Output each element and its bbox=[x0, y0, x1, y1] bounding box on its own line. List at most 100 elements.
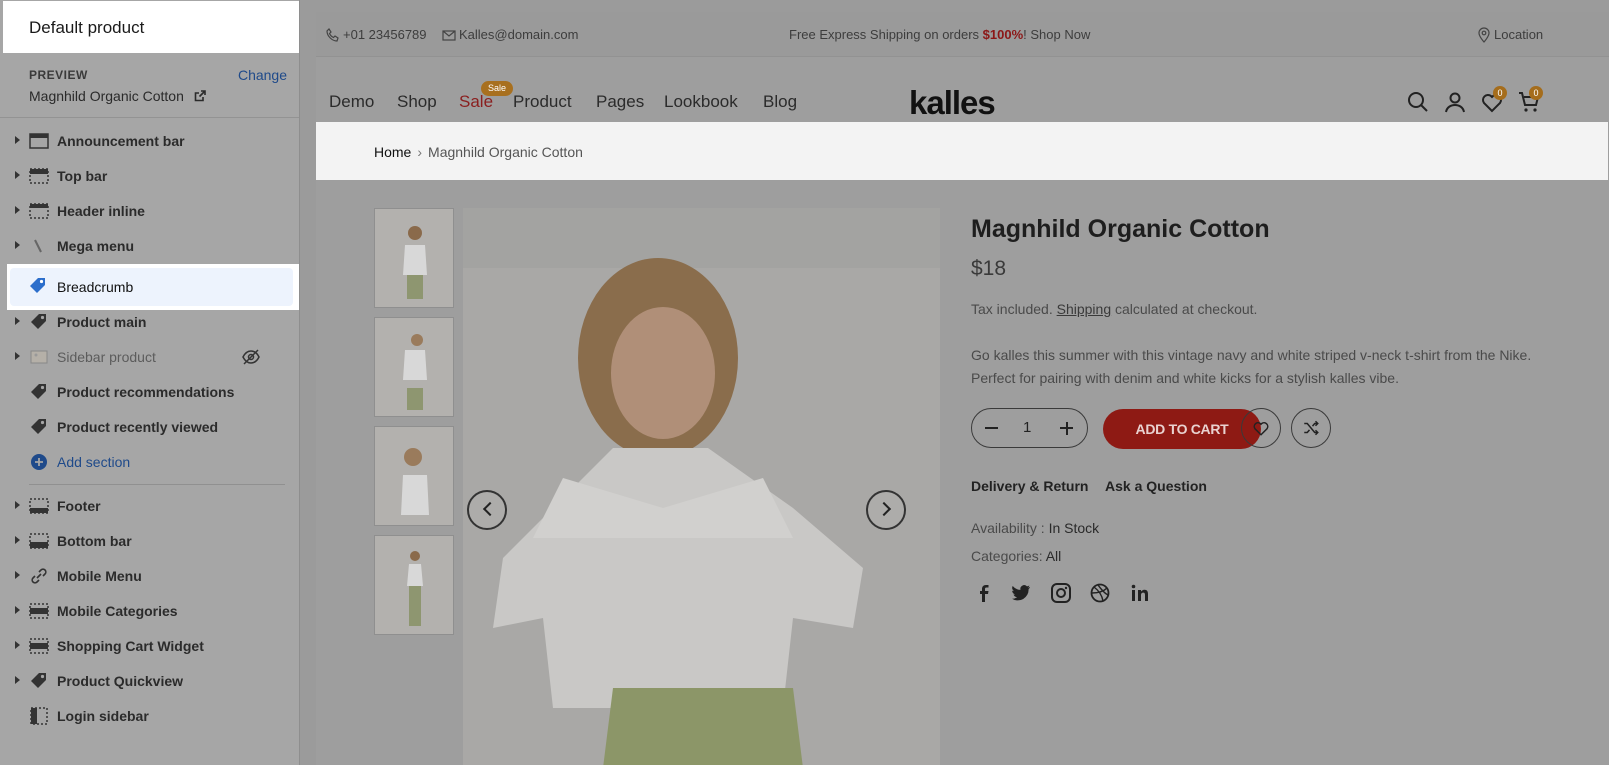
breadcrumb-current: Magnhild Organic Cotton bbox=[428, 144, 583, 160]
section-label: Mobile Categories bbox=[57, 603, 178, 619]
categories-label: Categories: bbox=[971, 548, 1046, 564]
section-announcement-bar[interactable]: Announcement bar bbox=[0, 123, 299, 159]
breadcrumb-section[interactable]: Home › Magnhild Organic Cotton bbox=[316, 122, 1608, 180]
breadcrumb-home[interactable]: Home bbox=[374, 144, 411, 160]
section-label: Announcement bar bbox=[57, 133, 185, 149]
dribbble-icon[interactable] bbox=[1089, 582, 1111, 604]
preview-label: PREVIEW bbox=[29, 68, 88, 82]
expand-caret-icon[interactable] bbox=[15, 571, 20, 579]
decrease-quantity-button[interactable] bbox=[985, 427, 998, 429]
instagram-icon[interactable] bbox=[1050, 582, 1072, 604]
section-footer[interactable]: Footer bbox=[0, 488, 299, 524]
section-label: Add section bbox=[57, 454, 131, 470]
promo-cta: ! Shop Now bbox=[1023, 27, 1091, 42]
expand-caret-icon[interactable] bbox=[15, 206, 20, 214]
link-icon bbox=[31, 568, 47, 584]
breadcrumb-separator: › bbox=[417, 144, 423, 160]
quantity-stepper: 1 bbox=[971, 408, 1088, 448]
store-phone[interactable]: +01 23456789 bbox=[343, 27, 427, 42]
next-image-button[interactable] bbox=[866, 490, 906, 530]
product-title: Magnhild Organic Cotton bbox=[971, 215, 1270, 243]
section-label: Breadcrumb bbox=[57, 279, 134, 295]
add-section-button[interactable]: Add section bbox=[0, 444, 299, 480]
add-to-wishlist-button[interactable] bbox=[1241, 408, 1281, 448]
twitter-icon[interactable] bbox=[1010, 582, 1032, 604]
section-product-main[interactable]: Product main bbox=[0, 304, 299, 340]
breadcrumb: Home › Magnhild Organic Cotton bbox=[374, 144, 583, 160]
section-mega-menu[interactable]: Mega menu bbox=[0, 228, 299, 264]
section-shopping-cart-widget[interactable]: Shopping Cart Widget bbox=[0, 628, 299, 664]
layout-bar-icon bbox=[29, 168, 49, 184]
section-bottom-bar[interactable]: Bottom bar bbox=[0, 523, 299, 559]
ask-question-link[interactable]: Ask a Question bbox=[1105, 478, 1207, 494]
nav-lookbook[interactable]: Lookbook bbox=[664, 92, 738, 112]
increase-quantity-button-v[interactable] bbox=[1065, 421, 1068, 435]
shipping-link[interactable]: Shipping bbox=[1057, 301, 1112, 317]
facebook-icon[interactable] bbox=[973, 582, 995, 604]
expand-caret-icon[interactable] bbox=[15, 136, 20, 144]
expand-caret-icon[interactable] bbox=[15, 501, 20, 509]
promo-text: Free Express Shipping on orders bbox=[789, 27, 983, 42]
product-photo-thumbnail bbox=[407, 551, 423, 626]
expand-caret-icon[interactable] bbox=[15, 606, 20, 614]
thumbnail[interactable] bbox=[374, 535, 454, 635]
delivery-return-link[interactable]: Delivery & Return bbox=[971, 478, 1088, 494]
nav-pages[interactable]: Pages bbox=[596, 92, 644, 112]
section-login-sidebar[interactable]: Login sidebar bbox=[0, 698, 299, 734]
expand-caret-icon[interactable] bbox=[15, 317, 20, 325]
product-main-image[interactable] bbox=[463, 208, 940, 765]
section-label: Sidebar product bbox=[57, 349, 156, 365]
add-to-cart-button[interactable]: ADD TO CART bbox=[1103, 409, 1261, 449]
nav-shop[interactable]: Shop bbox=[397, 92, 437, 112]
section-top-bar[interactable]: Top bar bbox=[0, 158, 299, 194]
promo-message[interactable]: Free Express Shipping on orders $100%! S… bbox=[789, 27, 1090, 42]
expand-caret-icon[interactable] bbox=[15, 536, 20, 544]
store-logo[interactable]: kalles bbox=[909, 84, 996, 122]
section-label: Bottom bar bbox=[57, 533, 132, 549]
nav-demo[interactable]: Demo bbox=[329, 92, 374, 112]
section-label: Product Quickview bbox=[57, 673, 184, 689]
compare-button[interactable] bbox=[1291, 408, 1331, 448]
expand-caret-icon[interactable] bbox=[15, 641, 20, 649]
linkedin-icon[interactable] bbox=[1129, 582, 1151, 604]
section-label: Top bar bbox=[57, 168, 108, 184]
section-product-recommendations[interactable]: Product recommendations bbox=[0, 374, 299, 410]
eye-hidden-icon[interactable] bbox=[241, 348, 261, 366]
preview-product[interactable]: Magnhild Organic Cotton bbox=[29, 88, 206, 104]
quantity-value[interactable]: 1 bbox=[1023, 419, 1031, 436]
section-label: Login sidebar bbox=[57, 708, 149, 724]
expand-caret-icon[interactable] bbox=[15, 171, 20, 179]
section-product-recently-viewed[interactable]: Product recently viewed bbox=[0, 409, 299, 445]
wishlist-count: 0 bbox=[1493, 86, 1507, 100]
section-sidebar-product[interactable]: Sidebar product bbox=[0, 339, 299, 375]
external-link-icon[interactable] bbox=[194, 90, 206, 102]
tax-text-end: calculated at checkout. bbox=[1111, 301, 1258, 317]
expand-caret-icon[interactable] bbox=[15, 241, 20, 249]
prev-image-button[interactable] bbox=[467, 490, 507, 530]
thumbnail[interactable] bbox=[374, 208, 454, 308]
location-link[interactable]: Location bbox=[1494, 27, 1543, 42]
preview-product-name: Magnhild Organic Cotton bbox=[29, 88, 184, 104]
promo-highlight: $100% bbox=[982, 27, 1024, 42]
section-product-quickview[interactable]: Product Quickview bbox=[0, 663, 299, 699]
sale-badge: Sale bbox=[481, 81, 513, 96]
layout-bar-icon bbox=[29, 498, 49, 514]
expand-caret-icon[interactable] bbox=[15, 676, 20, 684]
search-icon[interactable] bbox=[1406, 90, 1430, 114]
account-icon[interactable] bbox=[1443, 90, 1467, 114]
section-mobile-categories[interactable]: Mobile Categories bbox=[0, 593, 299, 629]
nav-product[interactable]: Product bbox=[513, 92, 572, 112]
nav-blog[interactable]: Blog bbox=[763, 92, 797, 112]
section-label: Footer bbox=[57, 498, 101, 514]
section-label: Mega menu bbox=[57, 238, 135, 254]
product-photo-thumbnail bbox=[401, 448, 429, 515]
change-preview-link[interactable]: Change bbox=[238, 67, 287, 83]
expand-caret-icon[interactable] bbox=[15, 352, 20, 360]
categories-link[interactable]: All bbox=[1046, 548, 1062, 564]
selected-highlight bbox=[10, 268, 293, 306]
thumbnail[interactable] bbox=[374, 426, 454, 526]
section-header-inline[interactable]: Header inline bbox=[0, 193, 299, 229]
section-mobile-menu[interactable]: Mobile Menu bbox=[0, 558, 299, 594]
thumbnail[interactable] bbox=[374, 317, 454, 417]
store-email[interactable]: Kalles@domain.com bbox=[459, 27, 578, 42]
